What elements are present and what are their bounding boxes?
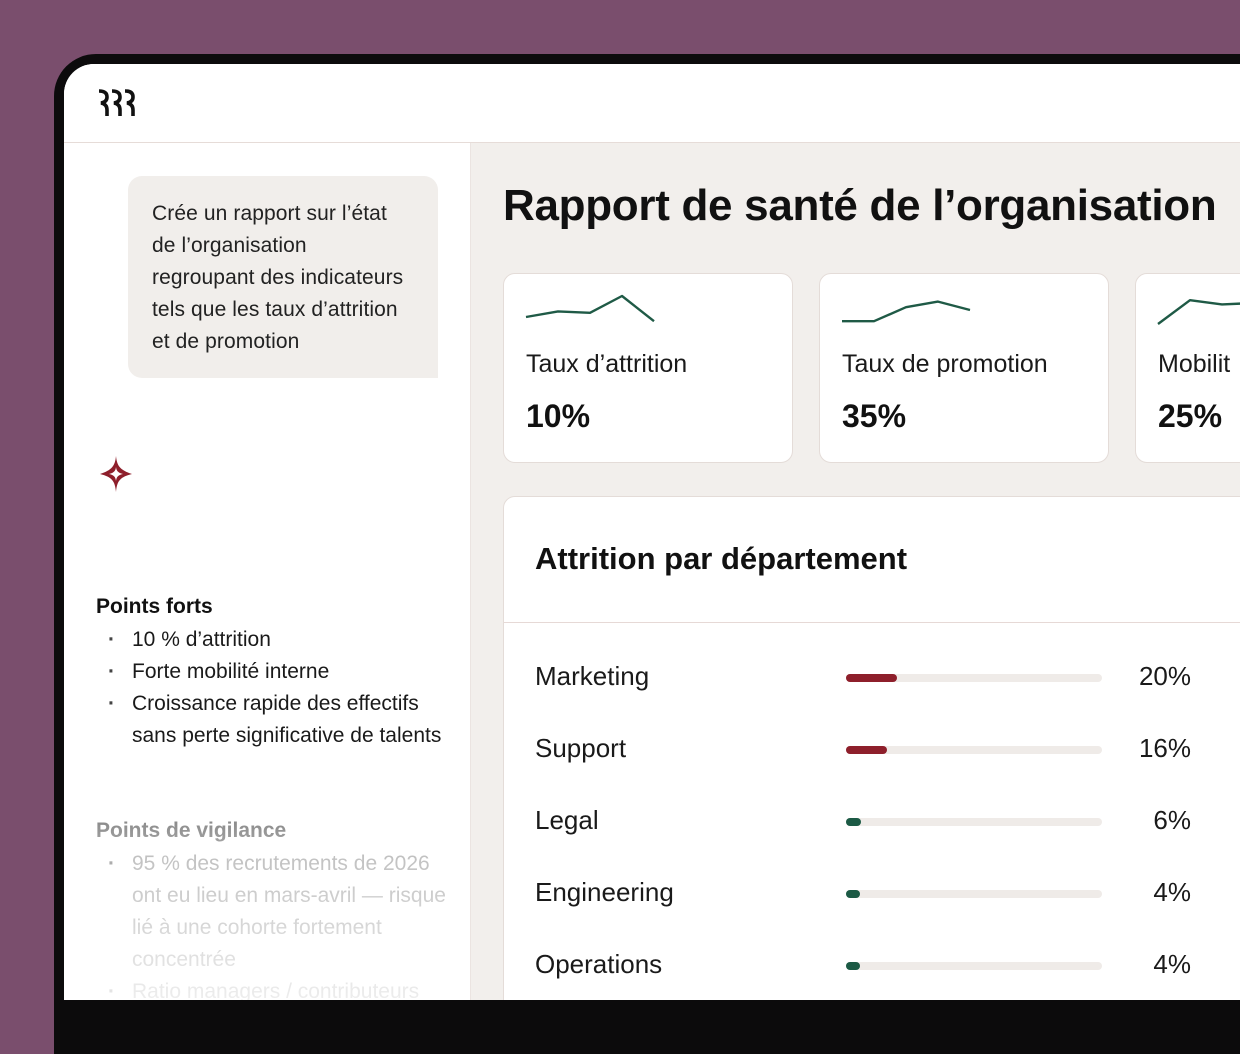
sparkline-path bbox=[1157, 298, 1240, 325]
sparkle-icon bbox=[96, 454, 136, 499]
kpi-card-promotion[interactable]: Taux de promotion 35% bbox=[819, 273, 1109, 463]
report-panel: Rapport de santé de l’organisation Taux … bbox=[471, 143, 1240, 1000]
attrition-bar-track bbox=[846, 818, 1102, 826]
divider bbox=[504, 622, 1240, 623]
three-wave-logo-icon[interactable] bbox=[96, 88, 136, 123]
user-prompt-bubble: Crée un rapport sur l’état de l’organisa… bbox=[128, 176, 438, 378]
strengths-heading: Points forts bbox=[96, 595, 213, 618]
attrition-bar-fill bbox=[846, 962, 860, 970]
kpi-value: 35% bbox=[842, 398, 907, 434]
department-name: Legal bbox=[535, 805, 599, 835]
list-item: Ratio managers / contributeurs individue… bbox=[96, 976, 446, 1000]
kpi-label: Taux de promotion bbox=[842, 350, 1048, 378]
attrition-percent: 16% bbox=[1138, 733, 1191, 763]
sparkline bbox=[1157, 298, 1240, 325]
watch-points-heading: Points de vigilance bbox=[96, 819, 287, 842]
attrition-bar-track bbox=[846, 890, 1102, 898]
sparkline bbox=[525, 294, 655, 323]
kpi-value: 10% bbox=[526, 398, 591, 434]
attrition-percent: 20% bbox=[1138, 661, 1191, 691]
app-window: Crée un rapport sur l’état de l’organisa… bbox=[64, 64, 1240, 1000]
department-name: Marketing bbox=[535, 661, 650, 691]
list-item: Croissance rapide des effectifs sans per… bbox=[96, 688, 446, 752]
department-name: Operations bbox=[535, 949, 663, 979]
kpi-label: Mobilit bbox=[1158, 350, 1231, 378]
top-bar bbox=[64, 64, 1240, 143]
attrition-by-department-card: Attrition par département Marketing 20% … bbox=[503, 496, 1240, 1000]
chat-panel: Crée un rapport sur l’état de l’organisa… bbox=[64, 143, 471, 1000]
table-row: Support 16% bbox=[535, 731, 1195, 767]
table-row: Engineering 4% bbox=[535, 875, 1195, 911]
sparkline-path bbox=[525, 294, 655, 323]
attrition-bar-fill bbox=[846, 674, 898, 682]
table-row: Operations 4% bbox=[535, 947, 1195, 983]
attrition-bar-fill bbox=[846, 890, 860, 898]
attrition-percent: 4% bbox=[1153, 877, 1191, 907]
kpi-card-attrition[interactable]: Taux d’attrition 10% bbox=[503, 273, 793, 463]
table-row: Marketing 20% bbox=[535, 659, 1195, 695]
attrition-bar-fill bbox=[846, 818, 862, 826]
table-row: Legal 6% bbox=[535, 803, 1195, 839]
department-name: Engineering bbox=[535, 877, 674, 907]
sparkline-path bbox=[842, 300, 971, 323]
kpi-value: 25% bbox=[1158, 398, 1223, 434]
watch-points-list: 95 % des recrutements de 2026 ont eu lie… bbox=[96, 848, 446, 1000]
attrition-bar-track bbox=[846, 962, 1102, 970]
report-title: Rapport de santé de l’organisation bbox=[503, 181, 1217, 230]
attrition-title: Attrition par département bbox=[535, 541, 908, 576]
kpi-card-mobility[interactable]: Mobilit 25% bbox=[1135, 273, 1240, 463]
list-item: Forte mobilité interne bbox=[96, 656, 446, 688]
strengths-list: 10 % d’attrition Forte mobilité interne … bbox=[96, 624, 446, 752]
list-item: 95 % des recrutements de 2026 ont eu lie… bbox=[96, 848, 446, 976]
attrition-bar-track bbox=[846, 674, 1102, 682]
attrition-percent: 6% bbox=[1153, 805, 1191, 835]
list-item: 10 % d’attrition bbox=[96, 624, 446, 656]
sparkline bbox=[842, 300, 971, 323]
attrition-bar-fill bbox=[846, 746, 887, 754]
department-name: Support bbox=[535, 733, 627, 763]
attrition-percent: 4% bbox=[1153, 949, 1191, 979]
attrition-bar-track bbox=[846, 746, 1102, 754]
kpi-label: Taux d’attrition bbox=[526, 350, 688, 378]
